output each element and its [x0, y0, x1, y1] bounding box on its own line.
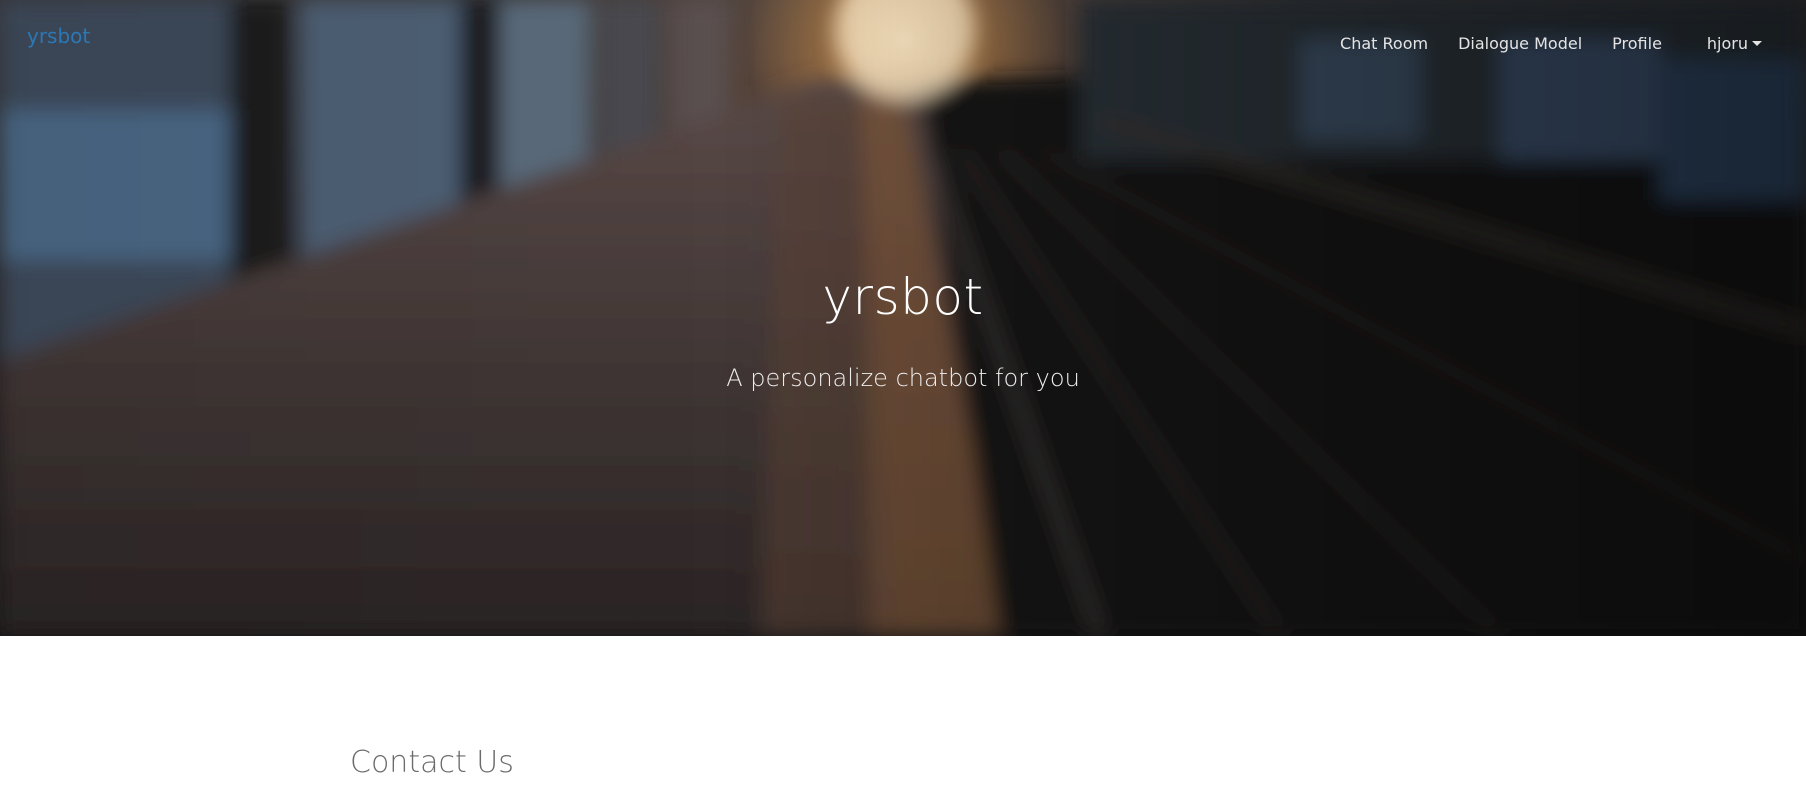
caret-down-icon [1752, 41, 1762, 46]
top-navigation: Chat Room Dialogue Model Profile hjoru [1310, 34, 1806, 53]
user-name-label: hjoru [1706, 34, 1748, 53]
user-menu-dropdown[interactable]: hjoru [1707, 34, 1762, 53]
hero-title: yrsbot [822, 268, 984, 326]
nav-item-dialogue-model[interactable]: Dialogue Model [1458, 34, 1582, 53]
nav-item-chat-room[interactable]: Chat Room [1340, 34, 1428, 53]
brand-logo-link[interactable]: yrsbot [27, 24, 90, 48]
hero-subtitle: A personalize chatbot for you [726, 364, 1080, 392]
hero-banner: yrsbot Chat Room Dialogue Model Profile … [0, 0, 1806, 636]
nav-item-profile[interactable]: Profile [1612, 34, 1662, 53]
contact-section-title: Contact Us [350, 745, 514, 780]
